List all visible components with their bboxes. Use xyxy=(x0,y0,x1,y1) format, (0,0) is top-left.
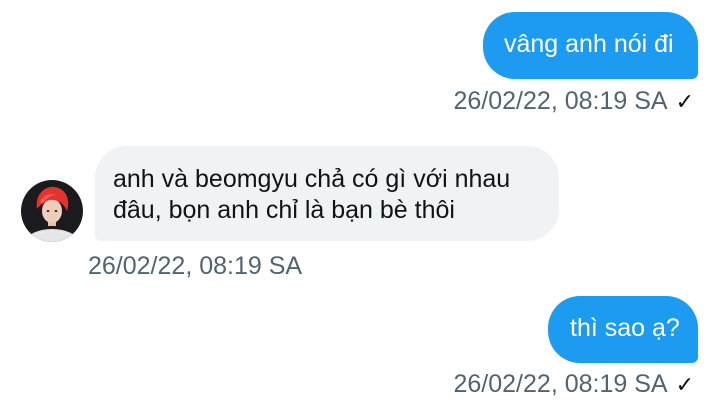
message-meta: 26/02/22, 08:19 SA xyxy=(88,251,302,281)
message-meta: 26/02/22, 08:19 SA ✓ xyxy=(454,369,695,400)
message-text-line: anh và beomgyu chả có gì với nhau xyxy=(113,165,511,193)
message-text-line: đâu, bọn anh chỉ là bạn bè thôi xyxy=(113,196,455,224)
timestamp: 26/02/22, 08:19 SA xyxy=(88,252,303,280)
message-bubble-received[interactable]: anh và beomgyu chả có gì với nhau đâu, b… xyxy=(95,146,559,241)
message-meta: 26/02/22, 08:19 SA ✓ xyxy=(454,86,695,117)
avatar[interactable] xyxy=(21,180,83,242)
avatar-image xyxy=(21,180,83,242)
check-icon: ✓ xyxy=(675,89,694,114)
message-bubble-sent[interactable]: vâng anh nói đi xyxy=(483,12,698,79)
message-bubble-sent[interactable]: thì sao ạ? xyxy=(548,296,698,363)
message-text: thì sao ạ? xyxy=(570,314,680,342)
check-icon: ✓ xyxy=(675,372,694,397)
message-text: vâng anh nói đi xyxy=(504,30,674,58)
timestamp: 26/02/22, 08:19 SA xyxy=(453,87,668,115)
timestamp: 26/02/22, 08:19 SA xyxy=(453,370,668,398)
